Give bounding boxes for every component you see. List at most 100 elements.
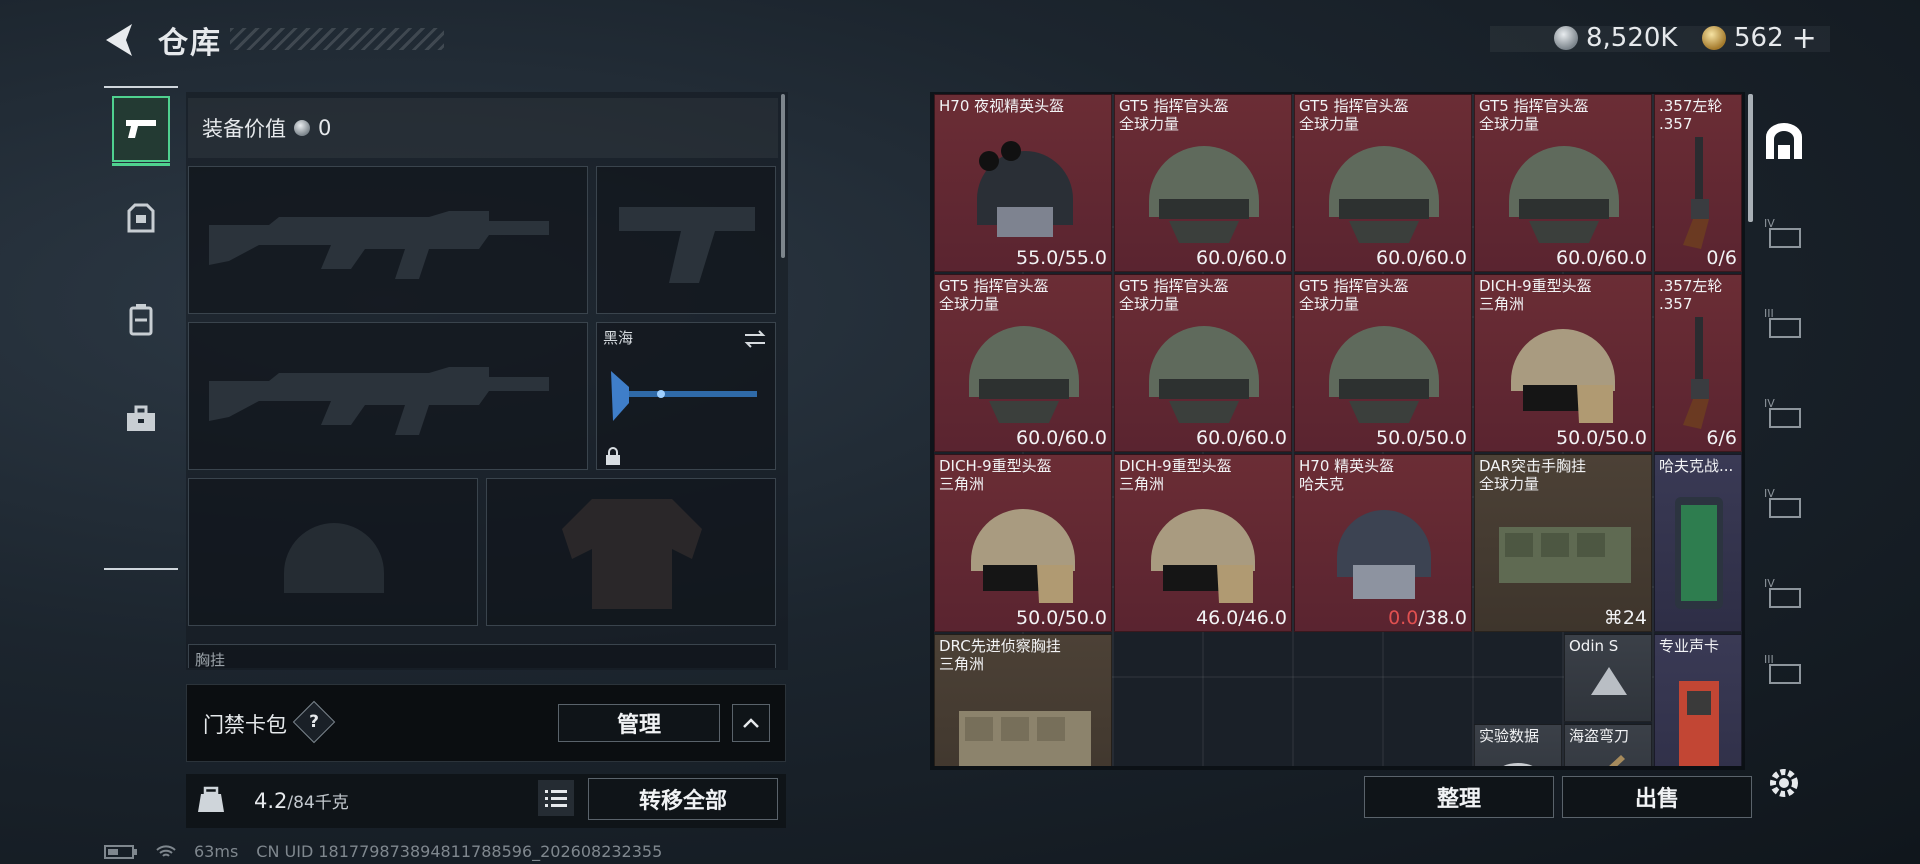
item-h70-nv-helmet[interactable]: H70 夜视精英头盔 55.0/55.0 [934, 94, 1112, 272]
stash-page-3-tab[interactable]: III [1760, 298, 1808, 348]
item-dich9-helmet[interactable]: DICH-9重型头盔 三角洲 50.0/50.0 [1474, 274, 1652, 452]
item-gt5-helmet[interactable]: GT5 指挥官头盔 全球力量 60.0/60.0 [1294, 94, 1472, 272]
swap-icon[interactable] [743, 329, 767, 349]
collapse-button[interactable] [732, 704, 770, 742]
silver-coin-icon [294, 120, 310, 136]
silver-amount: 8,520K [1586, 23, 1678, 53]
gold-coin-icon [1702, 26, 1726, 50]
gold-currency[interactable]: 562 + [1702, 20, 1817, 56]
item-dich9-helmet[interactable]: DICH-9重型头盔 三角洲 46.0/46.0 [1114, 454, 1292, 632]
item-357-revolver[interactable]: .357左轮 .357 6/6 [1654, 274, 1742, 452]
item-h70-elite-helmet[interactable]: H70 精英头盔 哈夫克 0.0/38.0 [1294, 454, 1472, 632]
item-gt5-helmet[interactable]: GT5 指挥官头盔 全球力量 60.0/60.0 [1114, 274, 1292, 452]
left-scrollbar[interactable] [781, 94, 785, 258]
item-gt5-helmet[interactable]: GT5 指挥官头盔 全球力量 50.0/50.0 [1294, 274, 1472, 452]
item-experiment-data[interactable]: 实验数据 [1474, 724, 1562, 766]
chevron-up-icon [743, 718, 759, 728]
primary-weapon-slot[interactable] [188, 166, 588, 314]
silver-currency[interactable]: 8,520K [1554, 20, 1677, 56]
odin-logo-icon [1591, 667, 1627, 695]
item-gt5-helmet[interactable]: GT5 指挥官头盔 全球力量 60.0/60.0 [1114, 94, 1292, 272]
stash-page-icon: IV [1764, 487, 1801, 518]
weight-max: /84千克 [287, 793, 349, 813]
item-name: Odin S [1569, 637, 1619, 655]
wifi-icon [156, 844, 176, 857]
stash-page-4d-tab[interactable]: IV [1760, 568, 1808, 618]
manage-button[interactable]: 管理 [558, 704, 720, 742]
stash-page-4a-tab[interactable]: IV [1760, 208, 1808, 258]
helmet-icon [969, 326, 1079, 423]
gear-icon [1770, 769, 1798, 797]
saber-icon [1609, 755, 1625, 766]
sidearm-slot[interactable] [596, 166, 776, 314]
item-haavk-tablet[interactable]: 哈夫克战... [1654, 454, 1742, 632]
help-icon[interactable]: ? [292, 700, 336, 744]
stash-page-icon: III [1764, 653, 1801, 684]
item-durability: 60.0/60.0 [1015, 427, 1107, 449]
item-name: DICH-9重型头盔 三角洲 [939, 457, 1052, 493]
item-name: 专业声卡 [1659, 637, 1720, 655]
lock-icon [606, 447, 620, 465]
stash-page-icon: III [1764, 307, 1801, 338]
item-357-revolver[interactable]: .357左轮 .357 0/6 [1654, 94, 1742, 272]
backpack-icon [129, 304, 153, 336]
stash-page-4c-tab[interactable]: IV [1760, 478, 1808, 528]
item-gt5-helmet[interactable]: GT5 指挥官头盔 全球力量 60.0/60.0 [1474, 94, 1652, 272]
top-bar: 仓库 8,520K 562 + [0, 0, 1920, 80]
nav-backpack[interactable] [112, 286, 170, 352]
item-gt5-helmet[interactable]: GT5 指挥官头盔 全球力量 60.0/60.0 [934, 274, 1112, 452]
settings-button[interactable] [1760, 758, 1808, 808]
back-button[interactable] [100, 18, 144, 62]
helmet-slot[interactable] [188, 478, 478, 626]
stash-home-icon [1766, 123, 1802, 159]
item-drc-chest-rig[interactable]: DRC先进侦察胸挂 三角洲 [934, 634, 1112, 766]
battery-icon [104, 844, 137, 859]
item-dar-chest-rig[interactable]: DAR突击手胸挂 全球力量 ⌘24 [1474, 454, 1652, 632]
weight-current: 4.2 [254, 789, 288, 813]
secondary-weapon-slot[interactable] [188, 322, 588, 470]
sell-button[interactable]: 出售 [1562, 776, 1752, 818]
item-name: DICH-9重型头盔 三角洲 [1119, 457, 1232, 493]
nav-armor[interactable] [112, 186, 170, 252]
item-dich9-helmet[interactable]: DICH-9重型头盔 三角洲 50.0/50.0 [934, 454, 1112, 632]
helmet-silhouette-icon [284, 523, 384, 593]
left-category-nav [104, 86, 178, 570]
item-pro-sound-card[interactable]: 专业声卡 [1654, 634, 1742, 766]
transfer-all-button[interactable]: 转移全部 [588, 778, 778, 820]
ping-readout: 63ms [194, 842, 239, 861]
nav-divider-bottom [104, 568, 178, 570]
stash-page-nav: IV III IV IV IV III [1752, 92, 1816, 692]
list-view-button[interactable] [538, 780, 574, 816]
item-durability: 50.0/50.0 [1015, 607, 1107, 629]
item-pirate-saber[interactable]: 海盗弯刀 [1564, 724, 1652, 766]
card-pack-label: 门禁卡包 [203, 713, 287, 737]
stash-page-4b-tab[interactable]: IV [1760, 388, 1808, 438]
stash-grid: H70 夜视精英头盔 55.0/55.0 GT5 指挥官头盔 全球力量 60.0/… [934, 94, 1742, 766]
body-armor-slot[interactable] [486, 478, 776, 626]
add-currency-icon[interactable]: + [1792, 21, 1817, 56]
item-name: GT5 指挥官头盔 全球力量 [1119, 97, 1229, 133]
sort-button[interactable]: 整理 [1364, 776, 1554, 818]
helmet-icon [1151, 509, 1255, 603]
item-odin-s[interactable]: Odin S [1564, 634, 1652, 722]
item-name: H70 精英头盔 哈夫克 [1299, 457, 1395, 493]
weight-icon [198, 786, 224, 812]
silver-coin-icon [1554, 26, 1578, 50]
rifle-silhouette-icon [209, 211, 549, 279]
melee-slot[interactable]: 黑海 [596, 322, 776, 470]
nav-weapons[interactable] [112, 96, 170, 166]
equipment-value-label: 装备价值 [202, 117, 286, 141]
armor-silhouette-icon [562, 499, 702, 609]
stash-page-3b-tab[interactable]: III [1760, 644, 1808, 694]
tomahawk-icon [611, 371, 757, 421]
chest-rig-slot[interactable]: 胸挂 [188, 644, 776, 668]
nav-divider-top [104, 86, 178, 88]
weight-readout: 4.2/84千克 [254, 788, 349, 813]
nav-case[interactable] [112, 386, 170, 452]
helmet-icon [977, 141, 1073, 237]
helmet-icon [1509, 146, 1619, 243]
stash-home-tab[interactable] [1760, 116, 1808, 166]
briefcase-icon [127, 405, 155, 431]
item-name: 海盗弯刀 [1569, 727, 1630, 745]
item-durability: 60.0/60.0 [1195, 427, 1287, 449]
